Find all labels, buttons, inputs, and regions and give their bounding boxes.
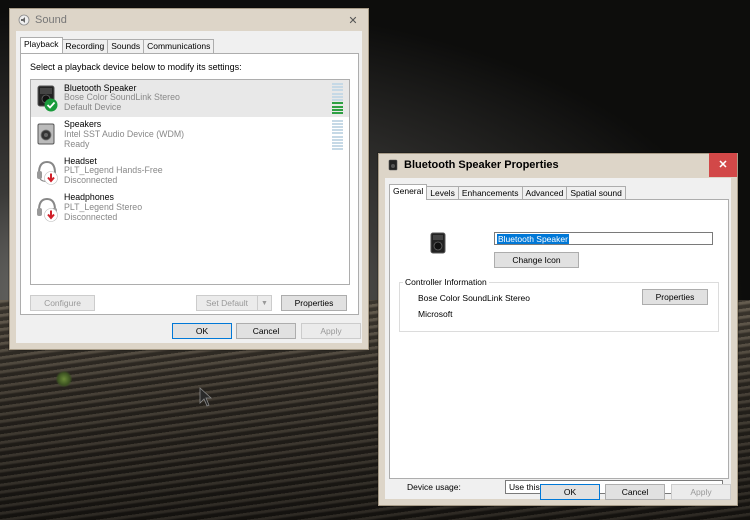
sound-window-title: Sound <box>35 14 67 26</box>
sound-close-button[interactable]: ✕ <box>338 9 368 31</box>
device-status: Disconnected <box>64 211 118 222</box>
mouse-cursor-icon <box>199 387 213 407</box>
tab-spatial-sound[interactable]: Spatial sound <box>566 186 626 200</box>
sound-window: Sound ✕ Playback Recording Sounds Commun… <box>9 8 369 350</box>
tab-advanced[interactable]: Advanced <box>521 186 568 200</box>
sound-cancel-button[interactable]: Cancel <box>236 323 296 339</box>
tab-playback[interactable]: Playback <box>20 37 63 53</box>
properties-cancel-button[interactable]: Cancel <box>605 484 665 500</box>
tab-recording[interactable]: Recording <box>61 39 109 53</box>
chevron-down-icon: ▼ <box>261 299 268 307</box>
sound-apply-button[interactable]: Apply <box>301 323 361 339</box>
device-name-input[interactable]: Bluetooth Speaker <box>494 232 713 245</box>
set-default-dropdown-button[interactable]: ▼ <box>257 295 272 311</box>
controller-properties-button[interactable]: Properties <box>642 289 708 305</box>
general-panel: Bluetooth Speaker Change Icon Controller… <box>389 199 729 494</box>
device-status: Default Device <box>64 102 122 113</box>
sound-ok-button[interactable]: OK <box>172 323 232 339</box>
playback-device-list[interactable]: Bluetooth Speaker Bose Color SoundLink S… <box>30 79 350 285</box>
properties-titlebar[interactable]: Bluetooth Speaker Properties ✕ <box>379 152 737 177</box>
device-status: Ready <box>64 138 90 149</box>
speaker-icon <box>35 121 59 149</box>
change-icon-button[interactable]: Change Icon <box>494 252 579 268</box>
properties-window: Bluetooth Speaker Properties ✕ General L… <box>378 152 738 506</box>
properties-ok-button[interactable]: OK <box>540 484 600 500</box>
device-bluetooth-speaker[interactable]: Bluetooth Speaker Bose Color SoundLink S… <box>31 80 349 117</box>
level-meter <box>332 119 343 151</box>
device-status: Disconnected <box>64 175 118 186</box>
speaker-icon <box>430 232 446 254</box>
device-headset[interactable]: Headset PLT_Legend Hands-Free Disconnect… <box>31 153 349 190</box>
speaker-app-icon <box>388 159 398 171</box>
tab-sounds[interactable]: Sounds <box>107 39 145 53</box>
playback-instruction: Select a playback device below to modify… <box>30 62 242 72</box>
configure-button[interactable]: Configure <box>30 295 95 311</box>
properties-window-title: Bluetooth Speaker Properties <box>404 159 559 171</box>
level-meter <box>332 83 343 114</box>
controller-vendor: Microsoft <box>418 309 453 319</box>
tab-communications[interactable]: Communications <box>143 39 215 53</box>
properties-tabs: General Levels Enhancements Advanced Spa… <box>389 184 626 200</box>
set-default-button[interactable]: Set Default <box>196 295 258 311</box>
controller-name: Bose Color SoundLink Stereo <box>418 293 530 303</box>
properties-client-area: General Levels Enhancements Advanced Spa… <box>385 178 731 500</box>
sound-titlebar[interactable]: Sound ✕ <box>10 9 368 31</box>
tab-general[interactable]: General <box>389 184 428 200</box>
device-name-text: Bluetooth Speaker <box>497 233 569 244</box>
headset-icon <box>35 157 59 186</box>
sound-client-area: Playback Recording Sounds Communications… <box>16 31 362 343</box>
device-headphones[interactable]: Headphones PLT_Legend Stereo Disconnecte… <box>31 190 349 227</box>
properties-button[interactable]: Properties <box>281 295 347 311</box>
controller-info-label: Controller Information <box>403 277 489 287</box>
tab-enhancements[interactable]: Enhancements <box>457 186 523 200</box>
properties-close-button[interactable]: ✕ <box>709 152 737 177</box>
desktop-plant <box>56 370 72 388</box>
device-speakers[interactable]: Speakers Intel SST Audio Device (WDM) Re… <box>31 117 349 154</box>
controller-info-group: Controller Information Bose Color SoundL… <box>399 277 719 332</box>
headphones-icon <box>35 194 59 222</box>
disconnected-arrow-icon <box>44 171 58 186</box>
tab-levels[interactable]: Levels <box>426 186 459 200</box>
default-check-icon <box>44 98 58 112</box>
device-usage-label: Device usage: <box>407 482 461 492</box>
sound-tabs: Playback Recording Sounds Communications <box>20 37 215 53</box>
speaker-app-icon <box>18 14 30 26</box>
playback-panel: Select a playback device below to modify… <box>20 53 359 315</box>
properties-apply-button[interactable]: Apply <box>671 484 731 500</box>
disconnected-arrow-icon <box>44 207 58 222</box>
speaker-icon <box>35 84 59 112</box>
